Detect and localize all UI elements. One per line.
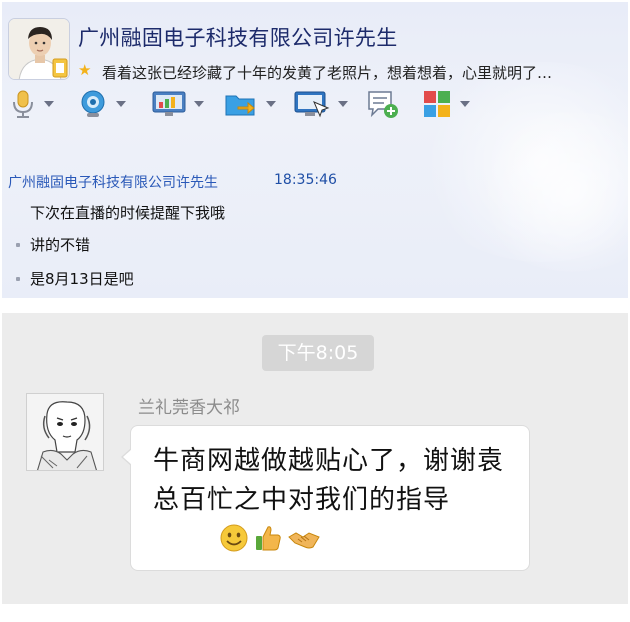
contact-signature: 看着这张已经珍藏了十年的发黄了老照片，想着想着，心里就明了…: [102, 64, 553, 82]
apps-button[interactable]: [422, 88, 470, 120]
chat-toolbar: [2, 84, 628, 124]
screen-share-icon: [152, 91, 186, 116]
message-line: 是8月13日是吧: [30, 270, 134, 288]
message-timestamp: 18:35:46: [274, 172, 337, 188]
remote-desktop-button[interactable]: [294, 88, 348, 120]
create-discussion-button[interactable]: [366, 88, 400, 120]
remote-desktop-icon: [294, 91, 330, 118]
chevron-down-icon[interactable]: [194, 101, 204, 107]
video-camera-icon: [81, 90, 105, 117]
bullet-icon: [16, 277, 20, 281]
contact-avatar[interactable]: [8, 18, 70, 80]
chevron-down-icon[interactable]: [460, 101, 470, 107]
emoji-row: [219, 522, 321, 554]
message-sender-name: 广州融固电子科技有限公司许先生: [8, 175, 218, 191]
apps-icon: [424, 91, 450, 117]
message-line: 讲的不错: [30, 236, 91, 254]
message-text: 牛商网越做越贴心了，谢谢袁总百忙之中对我们的指导: [153, 446, 505, 515]
video-call-button[interactable]: [78, 88, 126, 120]
time-divider: 下午8:05: [262, 335, 374, 371]
send-file-button[interactable]: [224, 88, 276, 120]
message-line: 下次在直播的时候提醒下我哦: [30, 204, 226, 222]
send-file-icon: [225, 95, 255, 116]
wechat-chat-window: 下午8:05 兰礼莞香大祁 牛商网越做越贴心了，谢谢袁总百忙之中对我们的指导: [2, 313, 628, 604]
qq-chat-window: 广州融固电子科技有限公司许先生 ★ 看着这张已经珍藏了十年的发黄了老照片，想着想…: [2, 2, 628, 298]
contact-name[interactable]: 广州融固电子科技有限公司许先生: [78, 22, 398, 52]
thumbs-up-emoji: [256, 526, 281, 551]
sender-avatar[interactable]: [26, 393, 104, 471]
star-icon: ★: [78, 61, 92, 79]
chevron-down-icon[interactable]: [266, 101, 276, 107]
smile-emoji: [220, 524, 248, 552]
chevron-down-icon[interactable]: [116, 101, 126, 107]
microphone-icon: [13, 90, 33, 118]
voice-call-button[interactable]: [10, 88, 54, 120]
create-discussion-icon: [368, 91, 398, 118]
bullet-icon: [16, 243, 20, 247]
message-bubble[interactable]: 牛商网越做越贴心了，谢谢袁总百忙之中对我们的指导: [121, 425, 530, 571]
screen-share-button[interactable]: [152, 88, 204, 120]
handshake-emoji: [288, 532, 320, 549]
chevron-down-icon[interactable]: [338, 101, 348, 107]
sender-name: 兰礼莞香大祁: [138, 398, 240, 418]
chevron-down-icon[interactable]: [44, 101, 54, 107]
